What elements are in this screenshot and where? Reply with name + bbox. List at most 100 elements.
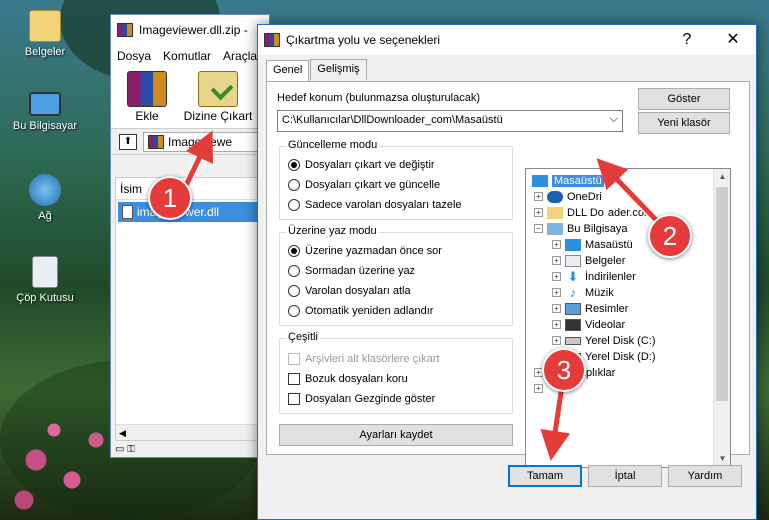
horizontal-scrollbar[interactable]: ◀: [116, 424, 264, 440]
overwrite-option-without-prompt[interactable]: Sormadan üzerine yaz: [288, 265, 415, 277]
annotation-badge-1: 1: [148, 176, 192, 220]
music-note-icon: ♪: [569, 284, 577, 300]
desktop-icon-recycle-bin[interactable]: Çöp Kutusu: [0, 256, 90, 304]
expand-icon[interactable]: +: [534, 384, 543, 393]
expand-icon[interactable]: +: [552, 272, 561, 281]
tab-general[interactable]: Genel: [266, 60, 310, 81]
main-menu-bar: Dosya Komutlar Araçla: [111, 45, 269, 67]
save-settings-button[interactable]: Ayarları kaydet: [279, 424, 513, 446]
expand-icon[interactable]: +: [534, 192, 543, 201]
path-field[interactable]: Imageviewe: [143, 131, 269, 152]
expand-icon[interactable]: +: [552, 288, 561, 297]
scroll-thumb[interactable]: [716, 187, 728, 401]
update-option-update[interactable]: Dosyaları çıkart ve güncelle: [288, 179, 440, 191]
up-folder-icon[interactable]: ⬆: [119, 133, 137, 150]
expand-icon[interactable]: +: [552, 304, 561, 313]
archive-icon: [148, 134, 164, 149]
show-button[interactable]: Göster: [638, 88, 730, 110]
film-icon: [565, 318, 581, 331]
add-button[interactable]: Ekle: [119, 71, 175, 124]
tree-scrollbar[interactable]: ▲ ▼: [713, 169, 730, 467]
recycle-bin-icon: [32, 256, 58, 288]
misc-option-keep-broken[interactable]: Bozuk dosyaları koru: [288, 373, 408, 385]
tree-item-disk-c[interactable]: + Yerel Disk (C:): [552, 333, 656, 348]
status-drive-icon: ▭ ⚿: [115, 444, 135, 455]
help-button[interactable]: ?: [664, 25, 710, 55]
annotation-badge-2: 2: [648, 214, 692, 258]
tree-item-pc-desktop[interactable]: + Masaüstü: [552, 237, 633, 252]
new-folder-button[interactable]: Yeni klasör: [638, 112, 730, 134]
add-button-label: Ekle: [135, 109, 159, 123]
scroll-up-icon[interactable]: ▲: [714, 169, 730, 185]
dialog-title: Çıkartma yolu ve seçenekleri: [286, 33, 441, 47]
update-option-freshen[interactable]: Sadece varolan dosyaları tazele: [288, 199, 462, 211]
radio-icon: [288, 265, 300, 277]
dialog-titlebar[interactable]: Çıkartma yolu ve seçenekleri ? ✕: [258, 25, 756, 55]
file-list: İsim imageviewer.dll ◀: [115, 177, 265, 441]
overwrite-option-skip[interactable]: Varolan dosyaları atla: [288, 285, 411, 297]
menu-araclar[interactable]: Araçla: [223, 49, 257, 63]
expand-icon[interactable]: +: [552, 320, 561, 329]
checkbox-icon: [288, 393, 300, 405]
tree-item-desktop[interactable]: Masaüstü: [532, 173, 604, 188]
winrar-icon: [117, 23, 133, 37]
update-option-replace[interactable]: Dosyaları çıkart ve değiştir: [288, 159, 435, 171]
tree-item-videos[interactable]: + Videolar: [552, 317, 625, 332]
menu-komutlar[interactable]: Komutlar: [163, 49, 211, 63]
help-dialog-button[interactable]: Yardım: [668, 465, 742, 487]
checkbox-icon: [288, 373, 300, 385]
computer-icon: [29, 92, 61, 116]
expand-icon[interactable]: +: [552, 240, 561, 249]
overwrite-option-rename[interactable]: Otomatik yeniden adlandır: [288, 305, 433, 317]
path-bar: ⬆ Imageviewe: [111, 129, 269, 155]
misc-option-show-in-explorer[interactable]: Dosyaları Gezginde göster: [288, 393, 435, 405]
misc-title: Çeşitli: [286, 331, 320, 343]
tree-item-pictures[interactable]: + Resimler: [552, 301, 628, 316]
radio-icon: [288, 179, 300, 191]
desktop-icon-computer[interactable]: Bu Bilgisayar: [0, 92, 90, 132]
radio-icon: [288, 199, 300, 211]
annotation-badge-3: 3: [542, 348, 586, 392]
radio-icon: [288, 245, 300, 257]
tree-item-onedrive[interactable]: + OneDri: [534, 189, 602, 204]
checkbox-icon: [288, 353, 300, 365]
ok-button[interactable]: Tamam: [508, 465, 582, 487]
close-button[interactable]: ✕: [710, 25, 756, 55]
main-window-titlebar[interactable]: Imageviewer.dll.zip -: [111, 15, 269, 45]
tree-item-dlldownloader[interactable]: + DLL Do ader.com: [534, 205, 653, 220]
expand-icon[interactable]: +: [552, 256, 561, 265]
user-folder-icon: [547, 206, 563, 219]
destination-label: Hedef konum (bulunmazsa oluşturulacak): [277, 92, 480, 104]
extract-to-button[interactable]: Dizine Çıkart: [183, 71, 253, 124]
tree-item-this-pc[interactable]: − Bu Bilgisaya: [534, 221, 628, 236]
update-mode-title: Güncelleme modu: [286, 139, 380, 151]
radio-icon: [288, 285, 300, 297]
expand-icon[interactable]: +: [552, 336, 561, 345]
extract-to-icon: [198, 71, 238, 107]
general-panel: Hedef konum (bulunmazsa oluşturulacak) C…: [266, 81, 750, 468]
extract-to-label: Dizine Çıkart: [183, 109, 253, 123]
tree-item-extra[interactable]: +: [534, 381, 543, 396]
collapse-icon[interactable]: −: [534, 224, 543, 233]
tree-item-downloads[interactable]: + ⬇ İndirilenler: [552, 269, 636, 284]
file-icon: [122, 205, 133, 219]
misc-option-subfolders: Arşivleri alt klasörlere çıkart: [288, 353, 439, 365]
desktop-icon-documents[interactable]: Belgeler: [0, 10, 90, 58]
destination-path-input[interactable]: C:\Kullanıcılar\DllDownloader_com\Masaüs…: [277, 110, 623, 132]
extraction-dialog: Çıkartma yolu ve seçenekleri ? ✕ Genel G…: [257, 24, 757, 520]
desktop-icon: [565, 238, 581, 251]
cancel-button[interactable]: İptal: [588, 465, 662, 487]
update-mode-group: Güncelleme modu Dosyaları çıkart ve deği…: [279, 139, 513, 220]
pictures-icon: [565, 302, 581, 315]
overwrite-option-ask[interactable]: Üzerine yazmadan önce sor: [288, 245, 442, 257]
menu-dosya[interactable]: Dosya: [117, 49, 151, 63]
chevron-down-icon[interactable]: ⌵: [610, 113, 618, 126]
tab-advanced[interactable]: Gelişmiş: [310, 59, 367, 80]
expand-icon[interactable]: +: [534, 208, 543, 217]
radio-icon: [288, 159, 300, 171]
desktop-icon-network[interactable]: Ağ: [0, 174, 90, 222]
tree-item-documents[interactable]: + Belgeler: [552, 253, 625, 268]
overwrite-mode-group: Üzerine yaz modu Üzerine yazmadan önce s…: [279, 225, 513, 326]
tree-item-music[interactable]: + ♪ Müzik: [552, 285, 614, 300]
network-icon: [29, 174, 61, 206]
